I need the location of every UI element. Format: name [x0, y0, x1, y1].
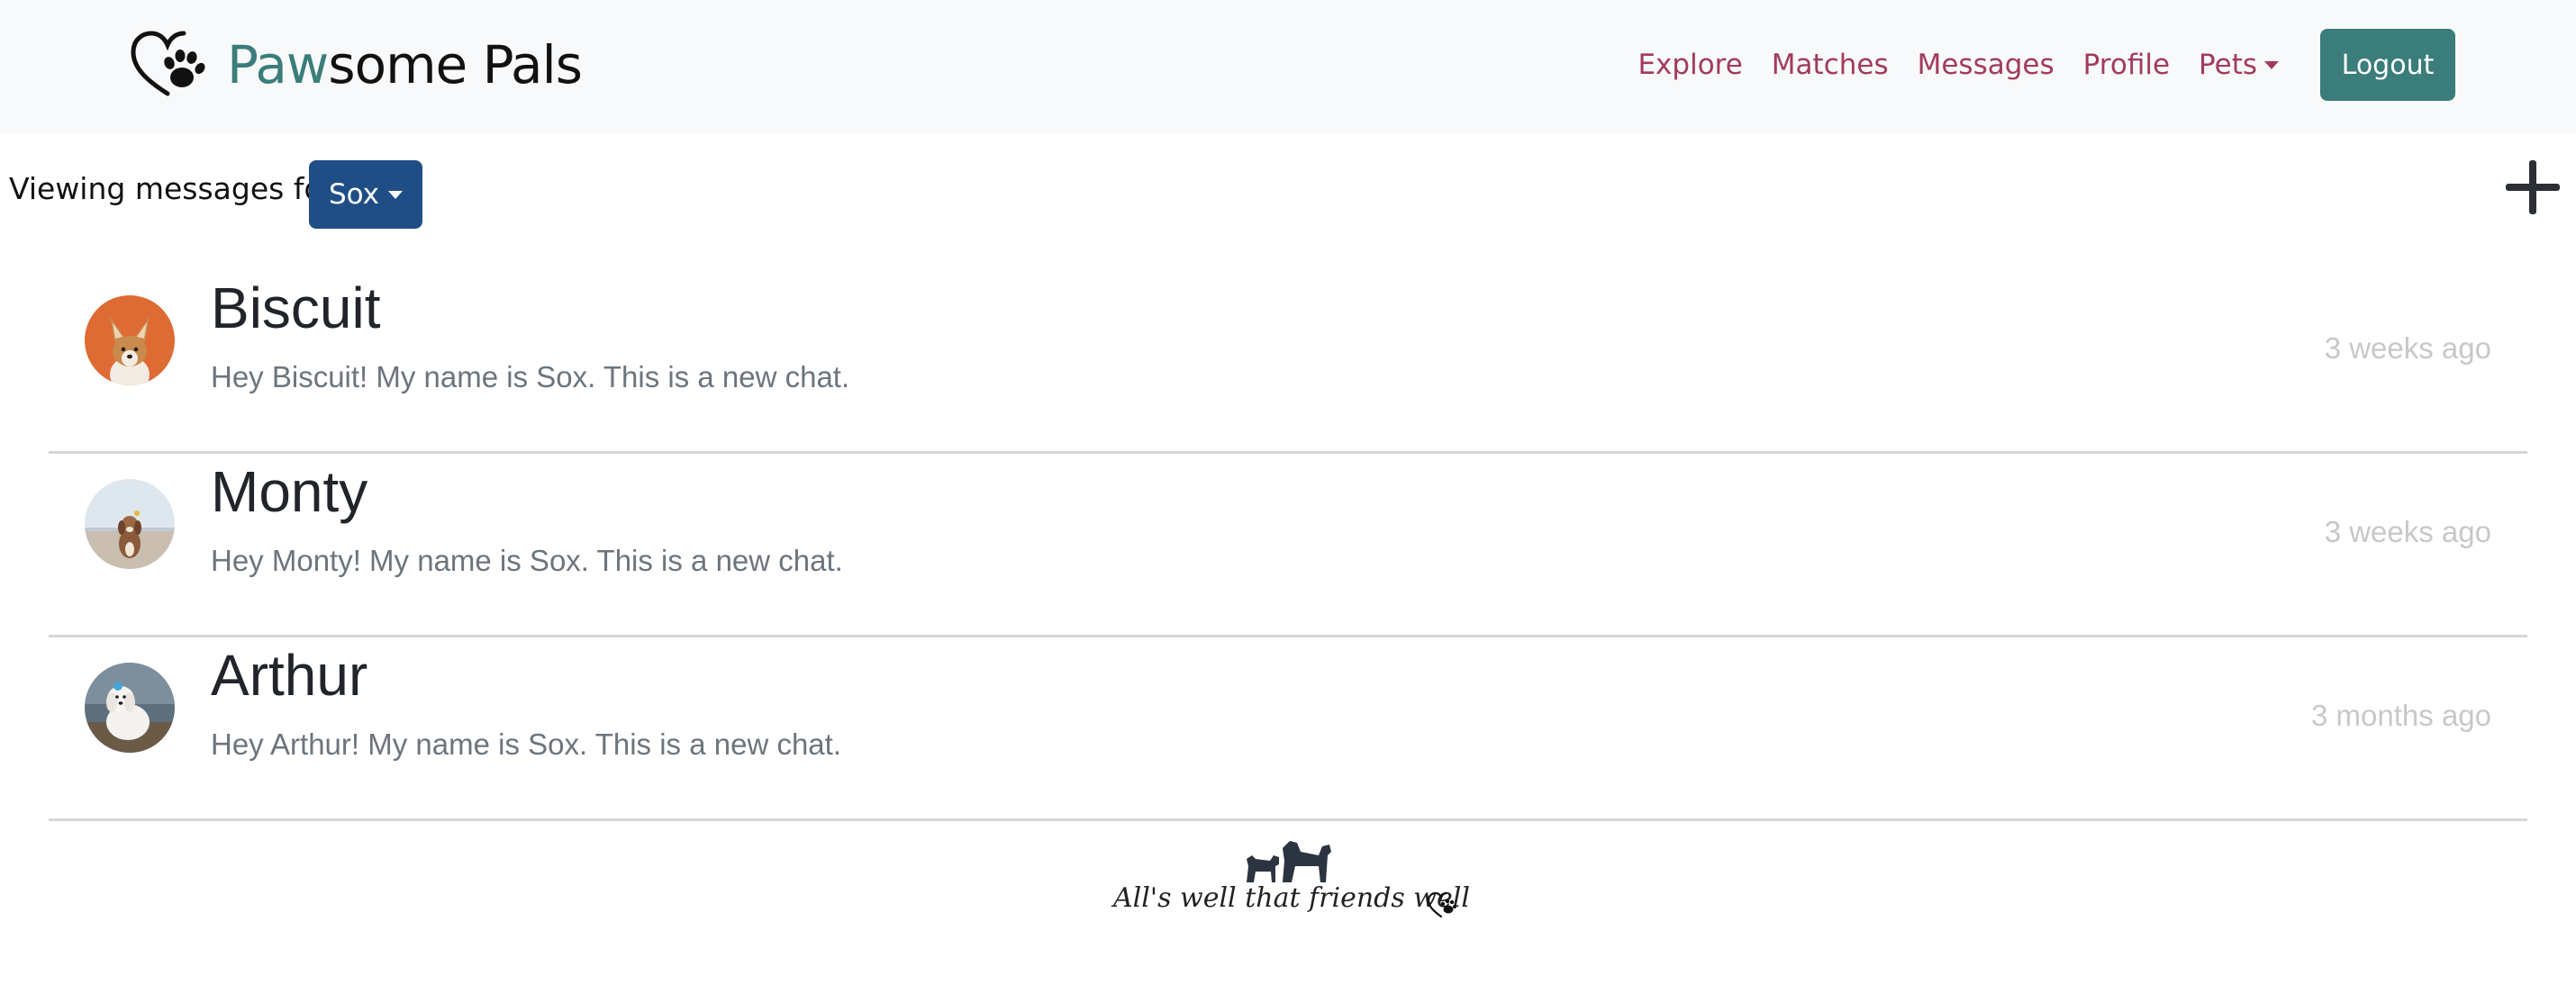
caret-down-icon [388, 190, 404, 199]
dog-on-beach-photo [85, 479, 175, 569]
conversation-timestamp: 3 weeks ago [2324, 331, 2491, 365]
brand-name: Pawsome Pals [227, 39, 583, 91]
footer: All's well that friends well [0, 830, 2576, 938]
navbar: Pawsome Pals Explore Matches Messages Pr… [0, 0, 2576, 133]
nav-links: Explore Matches Messages Profile Pets Lo… [1637, 29, 2455, 101]
nav-messages[interactable]: Messages [1918, 49, 2054, 81]
avatar [85, 479, 175, 569]
conversation-name: Arthur [211, 643, 368, 708]
conversation-preview: Hey Monty! My name is Sox. This is a new… [211, 544, 843, 577]
conversation-timestamp: 3 weeks ago [2324, 515, 2491, 548]
plus-icon[interactable] [2504, 158, 2562, 216]
nav-pets-dropdown[interactable]: Pets [2199, 49, 2279, 81]
pet-select-dropdown[interactable]: Sox [309, 160, 422, 229]
dogs-icon [1247, 841, 1331, 882]
footer-tagline: All's well that friends well [1113, 882, 1470, 914]
conversation-name: Biscuit [211, 276, 381, 340]
brand-link[interactable]: Pawsome Pals [130, 27, 583, 103]
heart-paw-icon [1427, 891, 1456, 918]
conversation-list: Biscuit Hey Biscuit! My name is Sox. Thi… [49, 270, 2527, 821]
white-dog-photo [85, 663, 175, 753]
conversation-row-monty[interactable]: Monty Hey Monty! My name is Sox. This is… [49, 454, 2527, 637]
conversation-name: Monty [211, 459, 368, 524]
viewing-label: Viewing messages for [9, 171, 335, 206]
pet-select-value: Sox [328, 178, 380, 211]
corgi-photo [85, 295, 175, 385]
conversation-row-arthur[interactable]: Arthur Hey Arthur! My name is Sox. This … [49, 637, 2527, 821]
heart-paw-logo-icon [131, 31, 205, 96]
avatar [85, 663, 175, 753]
nav-profile[interactable]: Profile [2083, 49, 2170, 81]
nav-matches[interactable]: Matches [1772, 49, 1889, 81]
caret-down-icon [2264, 60, 2279, 69]
logout-button[interactable]: Logout [2320, 29, 2455, 101]
conversation-timestamp: 3 months ago [2311, 699, 2491, 732]
conversation-preview: Hey Arthur! My name is Sox. This is a ne… [211, 727, 841, 761]
avatar [85, 295, 175, 385]
brand-name-rest: some Pals [328, 34, 583, 95]
brand-name-accent: Paw [227, 34, 329, 95]
nav-explore[interactable]: Explore [1637, 49, 1742, 81]
conversation-row-biscuit[interactable]: Biscuit Hey Biscuit! My name is Sox. Thi… [49, 270, 2527, 454]
nav-pets-label: Pets [2199, 49, 2257, 81]
conversation-preview: Hey Biscuit! My name is Sox. This is a n… [211, 360, 850, 393]
